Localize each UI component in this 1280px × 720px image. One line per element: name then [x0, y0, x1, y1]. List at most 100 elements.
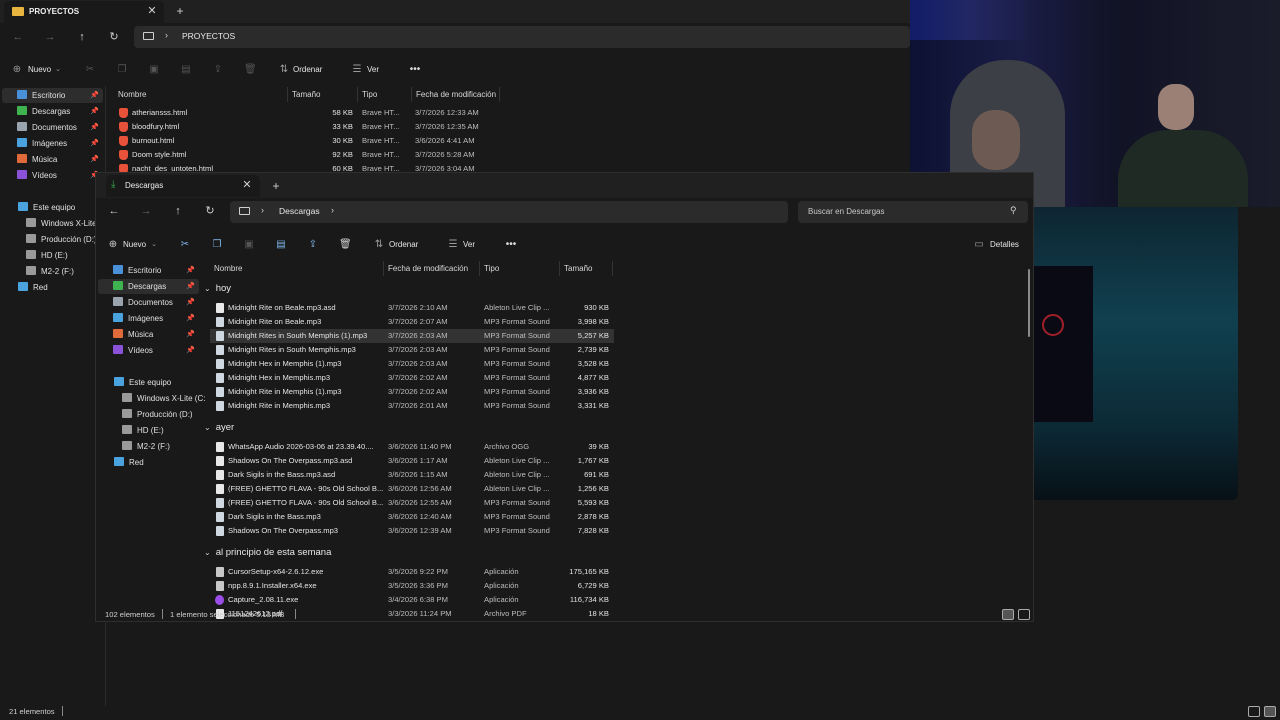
up-arrow-icon[interactable]: ↑	[170, 203, 186, 219]
scrollbar[interactable]	[1028, 269, 1030, 337]
table-row[interactable]: atheriansss.html 58 KB Brave HT... 3/7/2026…	[114, 106, 500, 120]
refresh-icon[interactable]: ↻	[106, 29, 122, 45]
sidebar-item-2[interactable]: Descargas 📌	[98, 279, 199, 294]
sidebar-item-pc-4[interactable]: HD (E:)	[118, 423, 211, 438]
front-tab-descargas[interactable]: ⤓ Descargas ✕	[106, 175, 260, 197]
front-address-bar[interactable]: › Descargas ›	[230, 201, 788, 223]
cut-icon[interactable]: ✂	[84, 64, 96, 76]
table-row[interactable]: Midnight Hex in Memphis (1).mp3 3/7/2026 …	[210, 357, 614, 371]
table-row[interactable]: (FREE) GHETTO FLAVA - 90s Old School B..…	[210, 482, 614, 496]
front-col-type[interactable]: Tipo	[480, 261, 560, 276]
sidebar-item-6[interactable]: Vídeos📌	[2, 168, 103, 183]
front-col-date[interactable]: Fecha de modificación	[384, 261, 480, 276]
sidebar-item-3[interactable]: Documentos 📌	[2, 120, 103, 135]
table-row[interactable]: Midnight Rite in Memphis (1).mp3 3/7/2026…	[210, 385, 614, 399]
copy-icon[interactable]: ❐	[211, 239, 223, 251]
back-arrow-icon[interactable]: ←	[10, 29, 26, 45]
rename-icon[interactable]: ▤	[275, 239, 287, 251]
tiles-view-icon[interactable]	[1018, 609, 1030, 620]
sidebar-item-4[interactable]: Imágenes 📌	[2, 136, 103, 151]
cut-icon[interactable]: ✂	[179, 239, 191, 251]
group-header[interactable]: ⌄ hoy	[204, 281, 504, 297]
file-type: MP3 Format Sound	[484, 387, 550, 396]
details-view-icon[interactable]	[1002, 609, 1014, 620]
back-col-size[interactable]: Tamaño	[288, 87, 358, 102]
back-address-bar[interactable]: › PROYECTOS	[134, 26, 910, 48]
sidebar-item-3[interactable]: Documentos 📌	[98, 295, 199, 310]
sidebar-item-6[interactable]: Vídeos📌	[98, 343, 199, 358]
table-row[interactable]: Midnight Hex in Memphis.mp3 3/7/2026 2:02…	[210, 371, 614, 385]
group-header[interactable]: ⌄ al principio de esta semana	[204, 545, 504, 561]
table-row[interactable]: npp.8.9.1.Installer.x64.exe 3/5/2026 3:36…	[210, 579, 614, 593]
share-icon[interactable]: ⇪	[307, 239, 319, 251]
table-row[interactable]: Midnight Rite in Memphis.mp3 3/7/2026 2:0…	[210, 399, 614, 413]
sidebar-item-2[interactable]: Descargas 📌	[2, 104, 103, 119]
sidebar-item-pc-3[interactable]: Producción (D:)	[118, 407, 211, 422]
pin-icon: 📌	[90, 92, 99, 99]
add-tab-icon[interactable]: +	[269, 179, 283, 193]
table-row[interactable]: burnout.html 30 KB Brave HT... 3/6/2026 4:4…	[114, 134, 500, 148]
sidebar-item-pc-1[interactable]: Este equipo	[110, 375, 211, 390]
table-row[interactable]: Shadows On The Overpass.mp3 3/6/2026 12:3…	[210, 524, 614, 538]
table-row[interactable]: Dark Sigils in the Bass.mp3.asd 3/6/2026 …	[210, 468, 614, 482]
group-header[interactable]: ⌄ ayer	[204, 420, 504, 436]
front-sort-button[interactable]: Ordenar	[389, 237, 418, 253]
pin-icon: 📌	[90, 140, 99, 147]
search-input[interactable]: Buscar en Descargas ⚲	[798, 201, 1028, 223]
details-view-icon[interactable]	[1248, 706, 1260, 717]
sidebar-item-5[interactable]: Música 📌	[2, 152, 103, 167]
back-col-name[interactable]: Nombre	[114, 87, 288, 102]
sidebar-item-4[interactable]: Imágenes 📌	[98, 311, 199, 326]
paste-icon[interactable]: ▣	[243, 239, 255, 251]
paste-icon[interactable]: ▣	[148, 64, 160, 76]
table-row[interactable]: Midnight Rites in South Memphis.mp3 3/7/2…	[210, 343, 614, 357]
forward-arrow-icon[interactable]: →	[138, 203, 154, 219]
sidebar-item-1[interactable]: Escritorio 📌	[2, 88, 103, 103]
share-icon[interactable]: ⇪	[212, 64, 224, 76]
add-tab-icon[interactable]: +	[173, 4, 187, 18]
table-row[interactable]: Doom style.html 92 KB Brave HT... 3/7/2026 …	[114, 148, 500, 162]
front-view-button[interactable]: Ver	[463, 237, 475, 253]
more-options-icon[interactable]: •••	[505, 239, 517, 251]
up-arrow-icon[interactable]: ↑	[74, 29, 90, 45]
rename-icon[interactable]: ▤	[180, 64, 192, 76]
tiles-view-icon[interactable]	[1264, 706, 1276, 717]
file-date: 3/7/2026 2:03 AM	[388, 359, 448, 368]
back-col-date[interactable]: Fecha de modificación	[412, 87, 500, 102]
more-options-icon[interactable]: •••	[409, 64, 421, 76]
table-row[interactable]: Midnight Rites in South Memphis (1).mp3 3…	[210, 329, 614, 343]
front-new-button[interactable]: Nuevo	[123, 237, 146, 253]
back-sort-button[interactable]: Ordenar	[293, 62, 322, 78]
sidebar-item-1[interactable]: Escritorio 📌	[98, 263, 199, 278]
back-tab-proyectos[interactable]: PROYECTOS ✕	[4, 1, 164, 23]
table-row[interactable]: Dark Sigils in the Bass.mp3 3/6/2026 12:4…	[210, 510, 614, 524]
sidebar-item-pc-5[interactable]: M2-2 (F:)	[118, 439, 211, 454]
delete-icon[interactable]: 🗑	[339, 239, 352, 251]
table-row[interactable]: bloodfury.html 33 KB Brave HT... 3/7/2026 1…	[114, 120, 500, 134]
front-col-name[interactable]: Nombre	[210, 261, 384, 276]
back-new-button[interactable]: Nuevo	[28, 62, 51, 78]
delete-icon[interactable]: 🗑	[244, 64, 257, 76]
table-row[interactable]: Midnight Rite on Beale.mp3.asd 3/7/2026 2…	[210, 301, 614, 315]
file-size: 2,878 KB	[577, 512, 609, 521]
forward-arrow-icon[interactable]: →	[42, 29, 58, 45]
table-row[interactable]: Shadows On The Overpass.mp3.asd 3/6/2026 …	[210, 454, 614, 468]
table-row[interactable]: WhatsApp Audio 2026-03-06 at 23.39.40...…	[210, 440, 614, 454]
close-icon[interactable]: ✕	[240, 178, 254, 192]
copy-icon[interactable]: ❐	[116, 64, 128, 76]
front-details-button[interactable]: Detalles	[990, 237, 1019, 253]
table-row[interactable]: Midnight Rite on Beale.mp3 3/7/2026 2:07 …	[210, 315, 614, 329]
close-icon[interactable]: ✕	[145, 4, 159, 18]
sidebar-item-pc-6[interactable]: Red	[110, 455, 211, 470]
sidebar-item-5[interactable]: Música 📌	[98, 327, 199, 342]
table-row[interactable]: Capture_2.08.11.exe 3/4/2026 6:38 PM Aplic…	[210, 593, 614, 607]
sidebar-item-pc-2[interactable]: Windows X-Lite (C:	[118, 391, 211, 406]
front-col-size[interactable]: Tamaño	[560, 261, 613, 276]
sidebar-item-label: HD (E:)	[137, 426, 164, 435]
refresh-icon[interactable]: ↻	[202, 203, 218, 219]
table-row[interactable]: (FREE) GHETTO FLAVA - 90s Old School B..…	[210, 496, 614, 510]
back-view-button[interactable]: Ver	[367, 62, 379, 78]
back-arrow-icon[interactable]: ←	[106, 203, 122, 219]
table-row[interactable]: CursorSetup-x64-2.6.12.exe 3/5/2026 9:22 …	[210, 565, 614, 579]
back-col-type[interactable]: Tipo	[358, 87, 412, 102]
